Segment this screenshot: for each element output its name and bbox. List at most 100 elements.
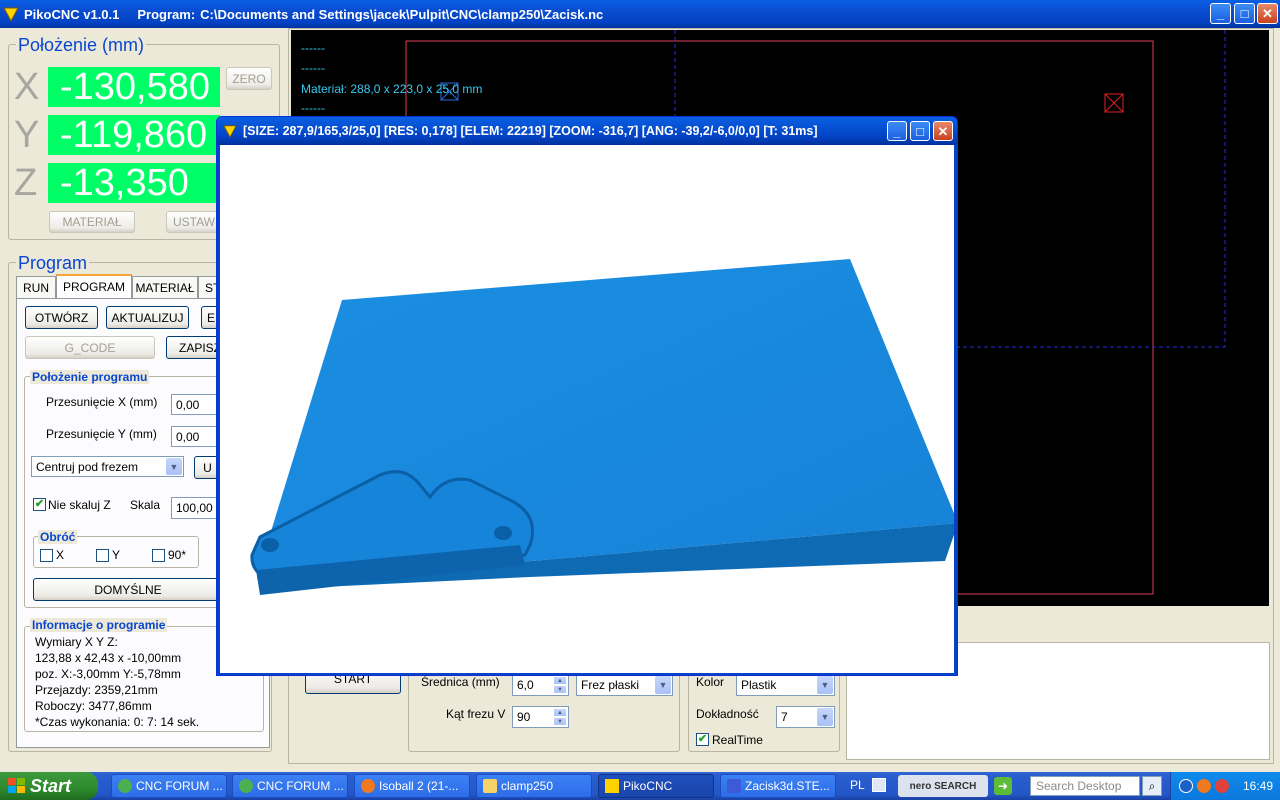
- offset-y-label: Przesunięcie Y (mm): [46, 427, 157, 441]
- viewer-window[interactable]: [SIZE: 287,9/165,3/25,0] [RES: 0,178] [E…: [216, 116, 958, 676]
- viewer-maximize-button[interactable]: □: [910, 121, 930, 141]
- task-zacisk3d[interactable]: Zacisk3d.STE...: [720, 774, 836, 798]
- info-title: Informacje o programie: [30, 618, 168, 632]
- rotate-y-label: Y: [112, 548, 121, 562]
- chevron-down-icon: ▼: [655, 676, 671, 694]
- material-button[interactable]: MATERIAŁ: [49, 211, 135, 233]
- scale-label: Skala: [130, 498, 161, 512]
- cad-icon: [727, 779, 741, 793]
- folder-icon: [483, 779, 497, 793]
- offset-y-input[interactable]: 0,00: [171, 426, 221, 447]
- z-axis-label: Z: [14, 162, 38, 204]
- gcode-button[interactable]: G_CODE: [25, 336, 155, 359]
- program-title: Program: [16, 253, 90, 274]
- tab-run[interactable]: RUN: [16, 276, 56, 298]
- task-label: CNC FORUM ...: [257, 779, 344, 793]
- cutter-select[interactable]: Frez płaski ▼: [576, 674, 673, 696]
- angle-input[interactable]: 90 ▲ ▼: [512, 706, 569, 728]
- info-line: poz. X:-3,00mm Y:-5,78mm: [35, 667, 181, 681]
- realtime-checkbox[interactable]: ✔: [696, 733, 709, 746]
- clamp-hole: [494, 526, 512, 540]
- scale-input[interactable]: 100,00: [171, 497, 221, 519]
- search-icon[interactable]: ⌕: [1142, 776, 1162, 796]
- angle-spinner[interactable]: ▲ ▼: [553, 708, 567, 726]
- rotate-title: Obróć: [38, 530, 78, 544]
- rotate-x-checkbox[interactable]: [40, 549, 53, 562]
- angle-label: Kąt frezu V: [446, 707, 506, 721]
- diameter-value: 6,0: [517, 678, 534, 692]
- info-line: Roboczy: 3477,86mm: [35, 699, 152, 713]
- update-button[interactable]: AKTUALIZUJ: [106, 306, 189, 329]
- diameter-spinner[interactable]: ▲ ▼: [553, 676, 567, 694]
- tab-program[interactable]: PROGRAM: [56, 274, 132, 298]
- language-indicator[interactable]: PL: [850, 778, 865, 792]
- color-select-value: Plastik: [741, 678, 777, 692]
- desktop-search-input[interactable]: Search Desktop: [1030, 776, 1140, 796]
- offset-x-input[interactable]: 0,00: [171, 394, 221, 415]
- task-cnc-forum-1[interactable]: CNC FORUM ...: [111, 774, 227, 798]
- task-label: clamp250: [501, 779, 554, 793]
- clamp-hole: [261, 538, 279, 552]
- pikocnc-logo-icon: [3, 7, 19, 22]
- program-info: Wymiary X Y Z: 123,88 x 42,43 x -10,00mm…: [35, 634, 199, 730]
- angle-value: 90: [517, 710, 531, 724]
- offset-x-label: Przesunięcie X (mm): [46, 395, 158, 409]
- viewer-minimize-button[interactable]: _: [887, 121, 907, 141]
- save-button[interactable]: ZAPISZ: [166, 336, 221, 359]
- task-clamp250[interactable]: clamp250: [476, 774, 592, 798]
- viewer-close-button[interactable]: ✕: [933, 121, 953, 141]
- close-button[interactable]: ✕: [1257, 3, 1278, 24]
- y-axis-label: Y: [14, 114, 40, 156]
- info-line: Wymiary X Y Z:: [35, 635, 118, 649]
- maximize-button[interactable]: □: [1234, 3, 1255, 24]
- task-label: Isoball 2 (21-...: [379, 779, 459, 793]
- rotate-90-checkbox[interactable]: [152, 549, 165, 562]
- system-tray: 16:49: [1170, 772, 1280, 800]
- canvas-line: ------: [301, 101, 325, 115]
- chevron-down-icon: ▼: [817, 676, 833, 694]
- tray-security-icon[interactable]: [1215, 779, 1229, 793]
- center-select[interactable]: Centruj pod frezem ▼: [31, 456, 184, 477]
- start-button[interactable]: Start: [0, 772, 98, 800]
- rotate-x-label: X: [56, 548, 65, 562]
- go-arrow-icon[interactable]: ➜: [994, 777, 1012, 795]
- tray-app-icon[interactable]: [1197, 779, 1211, 793]
- firefox-icon: [361, 779, 375, 793]
- program-label: Program:: [137, 6, 196, 22]
- task-isoball[interactable]: Isoball 2 (21-...: [354, 774, 470, 798]
- keyboard-icon[interactable]: [872, 778, 886, 792]
- accuracy-select[interactable]: 7 ▼: [776, 706, 835, 728]
- task-cnc-forum-2[interactable]: CNC FORUM ...: [232, 774, 348, 798]
- clock: 16:49: [1243, 779, 1274, 793]
- center-select-value: Centruj pod frezem: [36, 459, 139, 474]
- color-select[interactable]: Plastik ▼: [736, 674, 835, 696]
- nero-search-logo[interactable]: nero SEARCH: [898, 775, 988, 797]
- x-position-display: -130,580: [48, 67, 220, 107]
- no-scale-z-checkbox[interactable]: ✔: [33, 498, 46, 511]
- diameter-input[interactable]: 6,0 ▲ ▼: [512, 674, 569, 696]
- cutter-select-value: Frez płaski: [581, 678, 640, 692]
- placement-title: Położenie programu: [30, 370, 150, 384]
- windows-flag-icon: [8, 778, 25, 793]
- canvas-line: ------: [301, 61, 325, 75]
- realtime-label: RealTime: [712, 733, 763, 747]
- zero-button[interactable]: ZERO: [226, 67, 272, 90]
- tab-material[interactable]: MATERIAŁ: [132, 276, 198, 298]
- browser-icon: [118, 779, 132, 793]
- chevron-down-icon: ▼: [166, 458, 182, 475]
- info-line: Przejazdy: 2359,21mm: [35, 683, 158, 697]
- viewer-3d-canvas[interactable]: [220, 145, 958, 673]
- material-size-text: Materiał: 288,0 x 223,0 x 25,0 mm: [301, 82, 483, 96]
- minimize-button[interactable]: _: [1210, 3, 1231, 24]
- viewer-titlebar[interactable]: [SIZE: 287,9/165,3/25,0] [RES: 0,178] [E…: [217, 117, 957, 145]
- x-axis-label: X: [14, 66, 40, 108]
- task-pikocnc[interactable]: PikoCNC: [598, 774, 714, 798]
- pikocnc-logo-icon: [223, 125, 237, 138]
- program-path: C:\Documents and Settings\jacek\Pulpit\C…: [200, 6, 604, 22]
- rotate-y-checkbox[interactable]: [96, 549, 109, 562]
- info-line: *Czas wykonania: 0: 7: 14 sek.: [35, 715, 200, 729]
- accuracy-select-value: 7: [781, 710, 788, 724]
- tray-arrow-icon[interactable]: [1179, 779, 1193, 793]
- default-button[interactable]: DOMYŚLNE: [33, 578, 223, 601]
- open-button[interactable]: OTWÓRZ: [25, 306, 98, 329]
